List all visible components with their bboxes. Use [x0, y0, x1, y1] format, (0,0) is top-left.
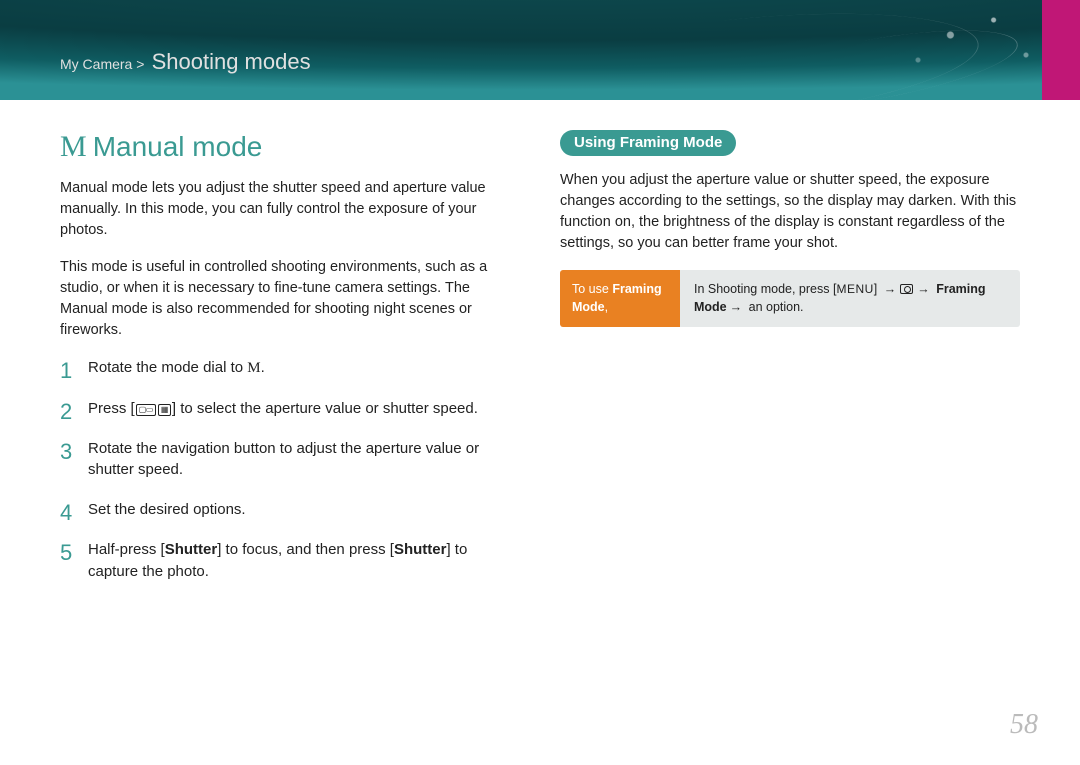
intro-para-2: This mode is useful in controlled shooti… [60, 257, 520, 341]
chapter-tab [1042, 0, 1080, 100]
header-band: My Camera > Shooting modes [0, 0, 1080, 100]
breadcrumb: My Camera > Shooting modes [60, 49, 311, 75]
tip-label: To use Framing Mode, [560, 270, 680, 327]
camera-icon [900, 284, 913, 294]
mode-m-icon: M [247, 360, 260, 376]
tip-content: In Shooting mode, press [MENU] →→ Framin… [680, 270, 1020, 327]
arrow-icon: → [730, 300, 743, 314]
grid-button-icon: ▦ [158, 404, 171, 416]
procedure-list: Rotate the mode dial to M. Press [▢▭▦] t… [60, 357, 520, 582]
mode-letter-icon: M [60, 130, 87, 164]
step-1: Rotate the mode dial to M. [60, 357, 520, 380]
step-5: Half-press [Shutter] to focus, and then … [60, 539, 520, 583]
left-column: MManual mode Manual mode lets you adjust… [60, 130, 520, 600]
step-4: Set the desired options. [60, 499, 520, 521]
step-3: Rotate the navigation button to adjust t… [60, 438, 520, 482]
right-column: Using Framing Mode When you adjust the a… [560, 130, 1020, 600]
content-area: MManual mode Manual mode lets you adjust… [0, 100, 1080, 600]
intro-para-1: Manual mode lets you adjust the shutter … [60, 178, 520, 241]
framing-para: When you adjust the aperture value or sh… [560, 170, 1020, 254]
page-number: 58 [1010, 709, 1038, 741]
breadcrumb-parent: My Camera > [60, 56, 144, 72]
tip-box: To use Framing Mode, In Shooting mode, p… [560, 270, 1020, 327]
section-title: MManual mode [60, 130, 520, 164]
menu-button-icon: MENU [836, 282, 873, 296]
subsection-pill: Using Framing Mode [560, 130, 736, 156]
breadcrumb-title: Shooting modes [152, 49, 311, 74]
display-button-icon: ▢▭ [136, 404, 156, 416]
section-title-text: Manual mode [93, 131, 263, 162]
step-2: Press [▢▭▦] to select the aperture value… [60, 398, 520, 420]
arrow-icon: → [884, 282, 897, 296]
arrow-icon: → [917, 282, 930, 296]
